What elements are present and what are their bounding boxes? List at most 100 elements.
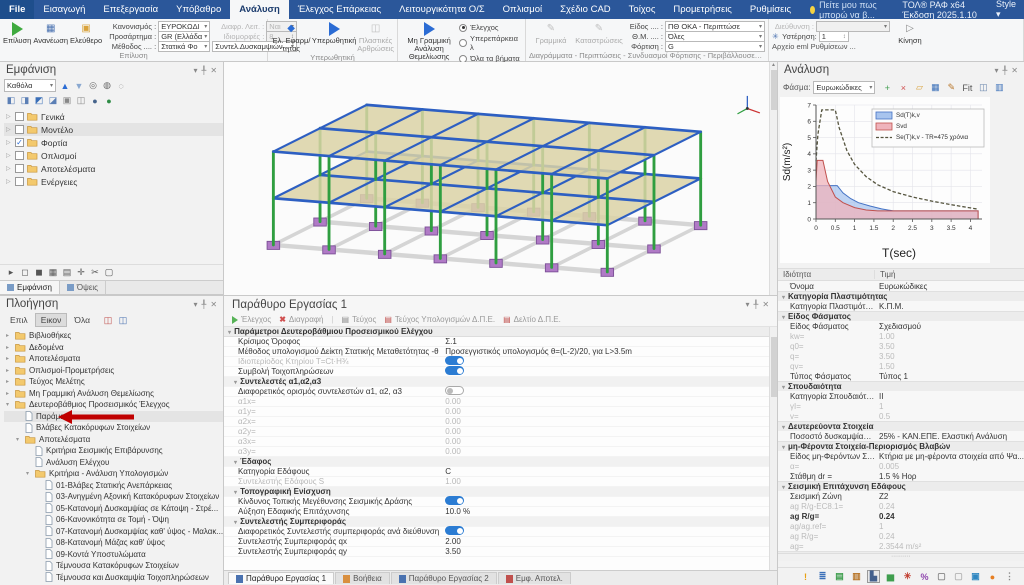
ribbon-tab-Προμετρήσεις[interactable]: Προμετρήσεις xyxy=(664,0,740,19)
ribbon-tab-Τοίχος[interactable]: Τοίχος xyxy=(620,0,665,19)
add-spectrum-icon[interactable]: + xyxy=(880,81,894,94)
ribbon-tab-Σχέδιο CAD[interactable]: Σχέδιο CAD xyxy=(551,0,619,19)
checkbox[interactable] xyxy=(15,164,24,173)
nav-tree-item[interactable]: ▸Οπλισμοί-Προμετρήσεις xyxy=(4,365,223,377)
checkbox[interactable] xyxy=(15,125,24,134)
property-row[interactable]: q=3.50 xyxy=(778,351,1024,361)
expander-icon[interactable]: ▷ xyxy=(6,139,12,146)
nav-tab-Όλα[interactable]: Όλα xyxy=(68,313,96,327)
property-row[interactable]: Τύπος ΦάσματοςΤύπος 1 xyxy=(778,371,1024,381)
property-row[interactable]: v=0.5 xyxy=(778,411,1024,421)
hysteresis-stepper[interactable]: 1↕ xyxy=(819,31,849,42)
parameter-row[interactable]: α1y=0.00 xyxy=(224,407,777,417)
page-icon[interactable]: ▢ xyxy=(935,570,948,583)
checkbox[interactable]: ✓ xyxy=(15,138,24,147)
open-spectrum-icon[interactable]: ▱ xyxy=(912,81,926,94)
display-tree-item[interactable]: ▷Αποτελέσματα xyxy=(4,162,223,175)
property-row[interactable]: Είδος μη-Φερόντων Στο...Κτήρια με μη-φέρ… xyxy=(778,451,1024,461)
expander-icon[interactable]: ▾ xyxy=(16,436,22,443)
ribbon-tab-Ανάλυση[interactable]: Ανάλυση xyxy=(230,0,289,19)
nav-tree-item[interactable]: ▸Δεδομένα xyxy=(4,342,223,354)
viewport-scrollbar[interactable]: ▲ xyxy=(769,62,777,295)
tab-Παράθυρο Εργασίας 2[interactable]: Παράθυρο Εργασίας 2 xyxy=(391,572,497,584)
refresh-button[interactable]: ▦ Ανανέωση xyxy=(33,20,68,45)
parameter-row[interactable]: α2x=0.00 xyxy=(224,417,777,427)
view-shaded-icon[interactable]: ◨ xyxy=(18,94,32,107)
edit-doc-icon[interactable]: ▥ xyxy=(850,570,863,583)
render-icon[interactable]: ▣ xyxy=(60,94,74,107)
spectrum-combo[interactable]: Ευρωκώδικες▾ xyxy=(813,81,875,94)
pin-icon[interactable]: ╀ xyxy=(1002,66,1007,75)
toggle-off[interactable] xyxy=(445,386,464,395)
close-icon[interactable]: ✕ xyxy=(762,300,769,309)
parameter-row[interactable]: Διαφορετικός ορισμός συντελεστών α1, α2,… xyxy=(224,387,777,397)
expander-icon[interactable]: ▸ xyxy=(6,332,12,339)
expander-icon[interactable]: ▾ xyxy=(6,401,12,408)
view-hidden-icon[interactable]: ◪ xyxy=(46,94,60,107)
tab-Παράθυρο Εργασίας 1[interactable]: Παράθυρο Εργασίας 1 xyxy=(228,572,334,584)
zoom-previous-icon[interactable]: ◌ xyxy=(114,79,128,92)
nav-tree-item[interactable]: Κριτήρια Σεισμικής Επιβάρυνσης xyxy=(4,445,223,457)
property-section[interactable]: ▾Σπουδαιότητα xyxy=(778,381,1024,391)
pin-icon[interactable]: ╀ xyxy=(753,300,758,309)
more-icon[interactable]: ⋮ xyxy=(1003,570,1016,583)
splitter-handle[interactable]: ∙∙∙∙∙∙∙∙∙∙ xyxy=(778,553,1024,561)
checkbox[interactable] xyxy=(15,112,24,121)
panel-menu-icon[interactable]: ▾ xyxy=(745,300,749,309)
nav-tree-item[interactable]: 08-Κατανομή Μάζας καθ' ύψος xyxy=(4,537,223,549)
property-row[interactable]: Κατηγορία Σπουδαιότητ...II xyxy=(778,391,1024,401)
delete-spectrum-icon[interactable]: × xyxy=(896,81,910,94)
property-section[interactable]: ▾Είδος Φάσματος xyxy=(778,311,1024,321)
new-page-icon[interactable]: ▢ xyxy=(952,570,965,583)
property-row[interactable]: α=0.005 xyxy=(778,461,1024,471)
nav-tree-item[interactable]: 09-Κοντά Υποστυλώματα xyxy=(4,549,223,561)
expander-icon[interactable]: ▷ xyxy=(6,152,12,159)
motion-button[interactable]: ▷ Κίνηση xyxy=(892,20,928,45)
expander-icon[interactable]: ▸ xyxy=(6,344,12,351)
light-icon[interactable]: ● xyxy=(88,94,102,107)
parameter-section[interactable]: ▾Έδαφος xyxy=(224,457,777,467)
nav-tree-item[interactable]: ▸Βιβλιοθήκες xyxy=(4,330,223,342)
nav-tree-item[interactable]: Τέμνουσα και Δυσκαμψία Τοιχοπληρώσεων xyxy=(4,572,223,584)
nav-tree-item[interactable]: 06-Κανονικότητα σε Τομή - Όψη xyxy=(4,514,223,526)
parameter-row[interactable]: α3y=0.00 xyxy=(224,447,777,457)
expander-icon[interactable]: ▷ xyxy=(6,126,12,133)
expander-icon[interactable]: ▸ xyxy=(6,390,12,397)
display-tree-item[interactable]: ▷Γενικά xyxy=(4,110,223,123)
nav-tree-item[interactable]: Βλάβες Κατακόρυφων Στοιχείων xyxy=(4,422,223,434)
radio-check[interactable]: Έλεγχος xyxy=(459,23,522,32)
select-add-icon[interactable]: ◻ xyxy=(18,266,32,279)
zoom-region-icon[interactable]: ◎ xyxy=(86,79,100,92)
pin-icon[interactable]: ╀ xyxy=(202,300,207,309)
nav-tab-Επιλ[interactable]: Επιλ xyxy=(4,313,34,327)
layers-icon[interactable]: ≣ xyxy=(816,570,829,583)
nav-layout2-icon[interactable]: ◫ xyxy=(116,314,130,327)
expander-icon[interactable]: ▸ xyxy=(6,355,12,362)
parameter-section[interactable]: ▾Παράμετροι Δευτεροβάθμιου Προσεισμικού … xyxy=(224,327,777,337)
nav-tab-Εικον[interactable]: Εικον xyxy=(35,313,68,327)
tab-Όψεις[interactable]: Όψεις xyxy=(60,281,106,294)
ribbon-tab-Υπόβαθρο[interactable]: Υπόβαθρο xyxy=(167,0,230,19)
export-chart-icon[interactable]: ▥ xyxy=(992,81,1006,94)
display-tree-item[interactable]: ▷Οπλισμοί xyxy=(4,149,223,162)
chart-view-icon[interactable]: ▙ xyxy=(867,570,880,583)
parameter-row[interactable]: Συντελεστής Εδάφους S1.00 xyxy=(224,477,777,487)
zoom-extents-icon[interactable]: ◍ xyxy=(100,79,114,92)
unlock-button[interactable]: ▣ Ελεύθερο xyxy=(70,20,102,45)
toggle-on[interactable] xyxy=(445,526,464,535)
nav-tree-item[interactable]: Ανάλυση Ελέγχου xyxy=(4,457,223,469)
panel-menu-icon[interactable]: ▾ xyxy=(994,66,998,75)
property-section[interactable]: ▾Σεισμική Επιτάχυνση Εδάφους xyxy=(778,481,1024,491)
property-row[interactable]: Σεισμική ΖώνηΖ2 xyxy=(778,491,1024,501)
nav-tree-item[interactable]: 05-Κατανομή Δυσκαμψίας σε Κάτοψη - Στρέ.… xyxy=(4,503,223,515)
applicability-check-button[interactable]: ◆ Έλ. Εφαρμ/τητας xyxy=(271,20,311,53)
expander-icon[interactable]: ▸ xyxy=(6,367,12,374)
camera-icon[interactable]: ◫ xyxy=(74,94,88,107)
property-row[interactable]: ag R/g-EC8.1=0.24 xyxy=(778,501,1024,511)
property-row[interactable]: ag R/g=0.24 xyxy=(778,531,1024,541)
toggle-on[interactable] xyxy=(445,496,464,505)
parameter-row[interactable]: Συντελεστής Συμπεριφοράς qx2.00 xyxy=(224,537,777,547)
property-section[interactable]: ▾Δευτερεύοντα Στοιχεία xyxy=(778,421,1024,431)
nav-tree-item[interactable]: ▸Τεύχος Μελέτης xyxy=(4,376,223,388)
style-menu[interactable]: Style ▾ xyxy=(996,0,1016,20)
